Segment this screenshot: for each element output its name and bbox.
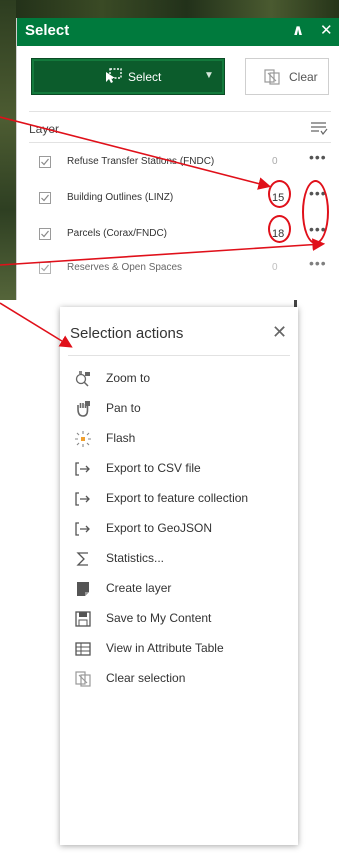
layer-checkbox[interactable] <box>39 156 51 168</box>
select-button-label: Select <box>128 70 162 84</box>
layer-checkbox[interactable] <box>39 262 51 274</box>
action-zoom-to[interactable]: Zoom to <box>60 364 298 394</box>
annotation-circle-count-18 <box>268 215 291 243</box>
more-options-icon[interactable]: ••• <box>309 149 327 165</box>
clear-selection-icon <box>264 69 280 85</box>
flash-icon <box>75 431 91 447</box>
action-label: Zoom to <box>106 371 151 385</box>
action-view-in-attribute-table[interactable]: View in Attribute Table <box>60 634 298 664</box>
action-label: Export to GeoJSON <box>106 521 213 535</box>
action-pan-to[interactable]: Pan to <box>60 394 298 424</box>
action-label: View in Attribute Table <box>106 641 224 655</box>
action-statistics[interactable]: Statistics... <box>60 544 298 574</box>
layer-row[interactable]: Reserves & Open Spaces 0 ••• <box>17 251 339 285</box>
action-label: Export to feature collection <box>106 491 249 505</box>
action-clear-selection[interactable]: Clear selection <box>60 664 298 694</box>
action-label: Clear selection <box>106 671 186 685</box>
action-label: Statistics... <box>106 551 165 565</box>
select-button[interactable]: Select ▼ <box>31 58 225 95</box>
selection-actions-popup: Selection actions ✕ Zoom to Pan to Flash… <box>60 307 298 845</box>
action-export-csv[interactable]: Export to CSV file <box>60 454 298 484</box>
action-label: Create layer <box>106 581 172 595</box>
layer-name: Reserves & Open Spaces <box>67 262 183 273</box>
action-export-geojson[interactable]: Export to GeoJSON <box>60 514 298 544</box>
divider <box>29 111 331 112</box>
create-layer-icon <box>77 582 89 596</box>
save-icon <box>75 611 91 627</box>
layer-name: Refuse Transfer Stations (FNDC) <box>67 156 215 167</box>
clear-button-label: Clear <box>289 70 318 84</box>
table-icon <box>75 642 91 656</box>
action-flash[interactable]: Flash <box>60 424 298 454</box>
panel-title: Select <box>25 22 70 39</box>
layer-column-heading: Layer <box>29 122 60 136</box>
clear-button[interactable]: Clear <box>245 58 329 95</box>
popup-title: Selection actions <box>70 325 184 342</box>
divider <box>29 142 331 143</box>
map-background-top <box>0 0 339 18</box>
checkmark-icon <box>41 158 49 166</box>
action-save-to-my-content[interactable]: Save to My Content <box>60 604 298 634</box>
layer-row[interactable]: Building Outlines (LINZ) 15 ••• <box>17 181 339 215</box>
action-export-feature-collection[interactable]: Export to feature collection <box>60 484 298 514</box>
divider <box>68 355 290 356</box>
layer-row[interactable]: Refuse Transfer Stations (FNDC) 0 ••• <box>17 145 339 179</box>
action-label: Flash <box>106 431 136 445</box>
layer-checkbox[interactable] <box>39 228 51 240</box>
select-cursor-icon <box>106 68 122 83</box>
action-label: Save to My Content <box>106 611 212 625</box>
layer-name: Building Outlines (LINZ) <box>67 192 174 203</box>
chevron-down-icon[interactable]: ▼ <box>204 70 214 81</box>
filter-list-icon[interactable] <box>309 120 329 136</box>
layer-name: Parcels (Corax/FNDC) <box>67 228 168 239</box>
annotation-circle-count-15 <box>268 180 291 208</box>
map-background-left <box>0 0 16 300</box>
select-widget-panel: Select ∧​ ✕ Select ▼ Clear Layer Refuse … <box>16 18 339 300</box>
panel-header: Select ∧​ ✕ <box>17 18 339 46</box>
layer-row[interactable]: Parcels (Corax/FNDC) 18 ••• <box>17 217 339 251</box>
clear-selection-icon <box>75 671 91 687</box>
layer-selection-count: 0 <box>272 156 278 167</box>
close-icon[interactable]: ✕ <box>320 21 333 39</box>
action-label: Export to CSV file <box>106 461 201 475</box>
pan-hand-icon <box>77 401 90 417</box>
checkmark-icon <box>41 230 49 238</box>
checkmark-icon <box>41 264 49 272</box>
export-icon <box>75 462 90 476</box>
action-label: Pan to <box>106 401 141 415</box>
more-options-icon[interactable]: ••• <box>309 255 327 271</box>
layer-selection-count: 0 <box>272 262 278 273</box>
double-chevron-up-icon[interactable]: ∧​ <box>292 21 304 39</box>
checkmark-icon <box>41 194 49 202</box>
zoom-to-icon <box>75 371 90 387</box>
layer-checkbox[interactable] <box>39 192 51 204</box>
action-create-layer[interactable]: Create layer <box>60 574 298 604</box>
export-icon <box>75 492 90 506</box>
annotation-circle-more-options <box>302 180 329 244</box>
sigma-icon <box>76 552 88 566</box>
close-icon[interactable]: ✕ <box>272 322 287 343</box>
export-icon <box>75 522 90 536</box>
